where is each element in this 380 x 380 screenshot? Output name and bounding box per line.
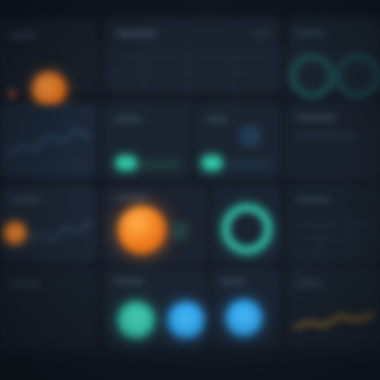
- widget-card-7[interactable]: [288, 104, 380, 178]
- widget-card-11[interactable]: [288, 186, 380, 262]
- teal-status-dot: [118, 302, 154, 338]
- teal-ring-gauge: [290, 54, 334, 98]
- blue-status-dot: [168, 302, 204, 338]
- teal-donut-chart: [222, 204, 272, 254]
- widget-card-3[interactable]: [288, 18, 380, 98]
- progress-track: [224, 160, 272, 170]
- widget-subtitle-placeholder: [296, 134, 356, 137]
- widget-card-1[interactable]: [0, 20, 96, 106]
- widget-title-placeholder: [296, 198, 330, 201]
- grid-chart: [114, 48, 274, 108]
- line-chart: [6, 128, 92, 165]
- widget-card-6[interactable]: [196, 104, 280, 178]
- orange-line-chart: [294, 312, 374, 330]
- teal-ring-gauge-2: [336, 54, 380, 98]
- red-accent-dot: [8, 90, 16, 98]
- widget-card-2[interactable]: [104, 18, 280, 108]
- teal-progress-dot: [202, 156, 222, 170]
- orange-sphere-indicator: [118, 206, 166, 254]
- widget-value-placeholder: [254, 32, 270, 35]
- blue-status-dot: [226, 300, 262, 336]
- widget-title-placeholder: [114, 196, 148, 199]
- dashboard-content: [0, 0, 380, 380]
- widget-title-placeholder: [296, 32, 324, 35]
- widget-card-14[interactable]: [212, 268, 280, 348]
- grid-chart: [294, 212, 374, 256]
- orange-status-dot: [4, 222, 26, 244]
- bottom-strip: [0, 356, 380, 380]
- widget-card-8[interactable]: [0, 186, 96, 262]
- orange-status-dot: [32, 72, 66, 106]
- line-chart: [30, 221, 92, 243]
- widget-title-placeholder: [10, 198, 40, 201]
- blue-mini-indicator: [240, 126, 260, 146]
- widget-title-placeholder: [114, 280, 144, 283]
- widget-side-placeholder: [172, 222, 188, 240]
- widget-card-15[interactable]: [288, 268, 380, 348]
- widget-card-13[interactable]: [104, 268, 206, 348]
- widget-title-placeholder: [220, 280, 246, 283]
- widget-title-placeholder: [206, 118, 228, 121]
- widget-card-4[interactable]: [0, 104, 96, 178]
- widget-title-placeholder: [116, 32, 156, 35]
- blurred-dashboard: [0, 0, 380, 380]
- teal-progress-dot: [116, 156, 136, 170]
- widget-title-placeholder: [114, 118, 142, 121]
- widget-title-placeholder: [10, 282, 40, 285]
- widget-card-10[interactable]: [212, 186, 280, 262]
- widget-card-5[interactable]: [104, 104, 190, 178]
- widget-card-9[interactable]: [104, 186, 206, 262]
- widget-title-placeholder: [10, 34, 36, 37]
- widget-title-placeholder: [296, 282, 322, 285]
- widget-title-placeholder: [296, 116, 336, 119]
- widget-card-12[interactable]: [0, 268, 96, 348]
